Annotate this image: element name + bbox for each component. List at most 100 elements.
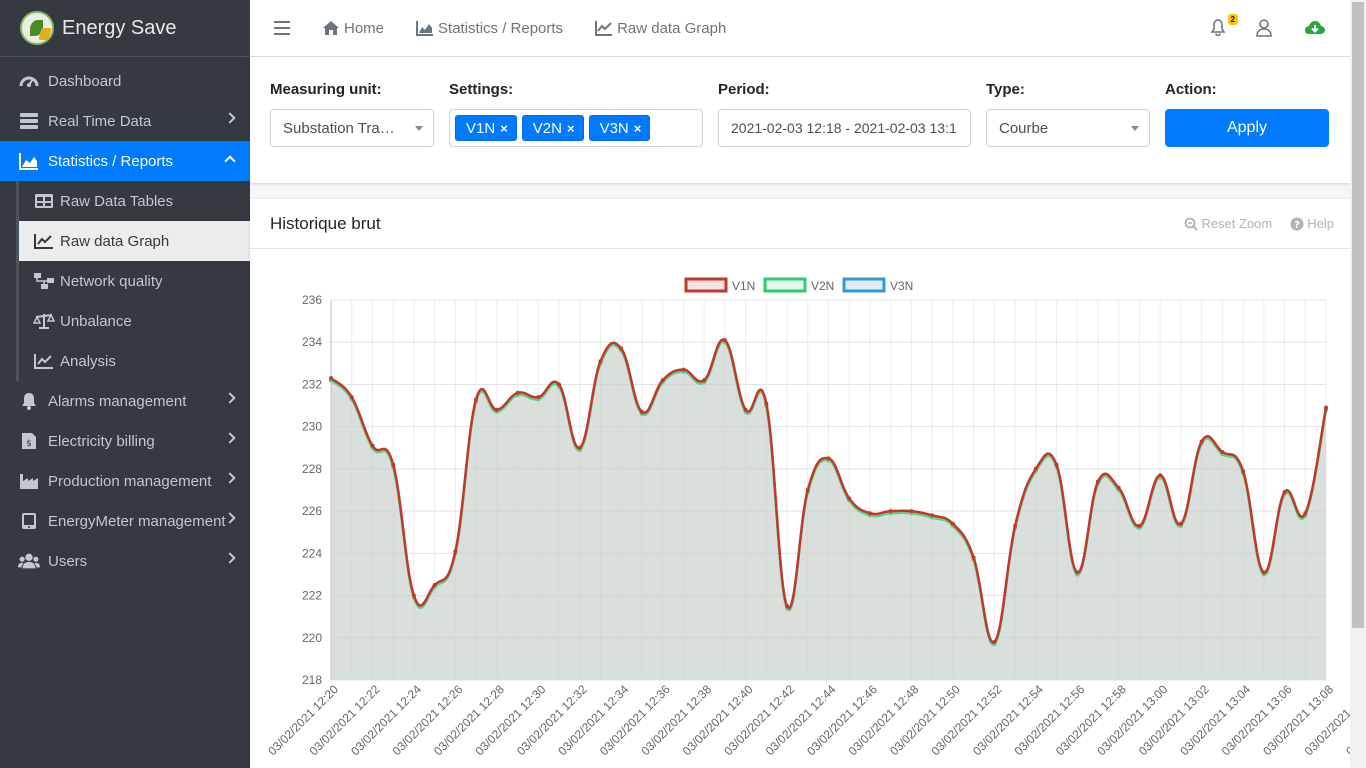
user-menu-button[interactable] <box>1256 19 1272 37</box>
data-point-v1n <box>1095 479 1100 484</box>
data-point-v1n <box>453 549 458 554</box>
x-tick-label: 03/02/2021 12:56 <box>1011 682 1087 758</box>
data-point-v1n <box>536 395 541 400</box>
settings-chip-v2n[interactable]: V2N × <box>521 115 584 141</box>
sidebar-subitem-network-quality[interactable]: Network quality <box>19 261 250 301</box>
notifications-button[interactable]: 2 <box>1210 14 1238 38</box>
measuring-unit-label: Measuring unit: <box>270 81 382 98</box>
y-tick-label: 230 <box>302 420 322 434</box>
x-tick-label: 03/02/2021 12:20 <box>265 682 341 758</box>
measuring-unit-select[interactable]: Substation Tra… <box>270 109 434 147</box>
apply-button[interactable]: Apply <box>1165 109 1329 147</box>
data-point-v1n <box>598 359 603 364</box>
x-tick-label: 03/02/2021 12:28 <box>431 682 507 758</box>
scrollbar-thumb[interactable] <box>1352 2 1364 628</box>
sidebar-item-production-management[interactable]: Production management <box>0 461 250 501</box>
brand[interactable]: Energy Save <box>0 0 250 57</box>
top-navbar: Home Statistics / Reports Raw data Graph… <box>250 0 1350 57</box>
data-point-v1n <box>764 401 769 406</box>
caret-down-icon <box>1131 126 1139 131</box>
sidebar-item-label: EnergyMeter management <box>48 512 226 530</box>
legend-label-v2n: V2N <box>811 279 834 293</box>
type-select[interactable]: Courbe <box>986 109 1150 147</box>
legend-swatch-v1n <box>684 277 728 293</box>
data-point-v1n <box>1241 469 1246 473</box>
brand-logo <box>20 11 54 45</box>
sidebar-subitem-unbalance[interactable]: Unbalance <box>19 301 250 341</box>
sidebar-subitem-label: Raw data Graph <box>60 232 170 250</box>
data-point-v1n <box>432 583 437 587</box>
settings-chip-v1n[interactable]: V1N × <box>455 115 517 141</box>
measuring-unit-value: Substation Tra… <box>283 119 395 137</box>
sidebar-item-electricity-billing[interactable]: $ Electricity billing <box>0 421 250 461</box>
sidebar-subitem-raw-data-tables[interactable]: Raw Data Tables <box>19 181 250 221</box>
x-tick-label: 03/02/2021 12:52 <box>928 682 1004 758</box>
sidebar-subitem-raw-data-graph[interactable]: Raw data Graph <box>19 221 250 261</box>
nav-link-home[interactable]: Home <box>322 20 384 37</box>
y-tick-label: 234 <box>302 335 322 349</box>
x-tick-label: 03/02/2021 13:06 <box>1219 682 1295 758</box>
data-point-v1n <box>1158 473 1163 478</box>
y-tick-label: 232 <box>302 377 322 391</box>
gauge-icon <box>18 72 40 90</box>
sidebar-subitem-label: Analysis <box>60 352 116 370</box>
sidebar-nav: Dashboard Real Time Data Statistics / Re… <box>0 57 250 181</box>
data-point-v1n <box>1282 490 1287 495</box>
period-value: 2021-02-03 12:18 - 2021-02-03 13:1 <box>731 120 957 136</box>
data-point-v1n <box>826 456 831 461</box>
download-button[interactable] <box>1304 19 1326 37</box>
bell-icon <box>18 392 40 410</box>
area-chart-icon <box>18 152 40 170</box>
sidebar-subitem-label: Raw Data Tables <box>60 192 174 210</box>
page-scrollbar[interactable] <box>1350 0 1366 768</box>
data-point-v1n <box>992 640 997 644</box>
x-tick-label: 03/02/2021 12:44 <box>763 682 839 758</box>
x-tick-label: 03/02/2021 12:42 <box>721 682 797 758</box>
sidebar-item-label: Electricity billing <box>48 432 155 450</box>
nav-link-raw-graph[interactable]: Raw data Graph <box>595 20 726 37</box>
chart-line-icon <box>33 352 55 370</box>
menu-toggle-icon[interactable] <box>274 21 290 35</box>
sidebar-item-statistics-reports[interactable]: Statistics / Reports <box>0 141 250 181</box>
sidebar-subitem-label: Network quality <box>60 272 163 290</box>
sidebar-item-label: Alarms management <box>48 392 187 410</box>
chevron-right-icon <box>224 432 236 444</box>
voltage-line-chart[interactable]: 218 220 222 224 226 228 230 232 234 236 03/02/2021… <box>250 199 1350 768</box>
remove-chip-icon[interactable]: × <box>500 121 508 136</box>
sidebar: Energy Save Dashboard Real Time Data Sta… <box>0 0 250 768</box>
x-tick-label: 03/02/2021 12:48 <box>846 682 922 758</box>
x-tick-label: 03/02/2021 13:02 <box>1136 682 1212 758</box>
sidebar-subnav: Raw Data Tables Raw data Graph Network q… <box>16 181 250 381</box>
chevron-right-icon <box>224 392 236 404</box>
settings-chip-v3n[interactable]: V3N × <box>588 115 651 141</box>
remove-chip-icon[interactable]: × <box>634 121 642 136</box>
data-point-v1n <box>1033 466 1038 471</box>
sidebar-subitem-label: Unbalance <box>60 312 132 330</box>
x-tick-label: 03/02/2021 13:04 <box>1177 682 1253 758</box>
legend-label-v3n: V3N <box>890 279 913 293</box>
sidebar-item-alarms[interactable]: Alarms management <box>0 381 250 421</box>
sidebar-subitem-analysis[interactable]: Analysis <box>19 341 250 381</box>
remove-chip-icon[interactable]: × <box>567 121 575 136</box>
period-input[interactable]: 2021-02-03 12:18 - 2021-02-03 13:1 <box>718 109 971 147</box>
balance-scale-icon <box>33 312 55 330</box>
sidebar-item-real-time-data[interactable]: Real Time Data <box>0 101 250 141</box>
sidebar-item-label: Real Time Data <box>48 112 152 130</box>
data-point-v1n <box>1220 450 1225 454</box>
data-point-v1n <box>743 407 748 412</box>
cloud-download-icon <box>1305 21 1325 34</box>
data-point-v1n <box>1324 405 1328 410</box>
chevron-right-icon <box>224 112 236 124</box>
data-point-v1n <box>494 407 499 412</box>
caret-down-icon <box>415 126 423 131</box>
sidebar-item-users[interactable]: Users <box>0 541 250 581</box>
nav-link-statistics[interactable]: Statistics / Reports <box>416 20 563 37</box>
sidebar-item-dashboard[interactable]: Dashboard <box>0 61 250 101</box>
type-label: Type: <box>986 81 1025 98</box>
y-tick-label: 224 <box>302 546 322 560</box>
settings-multiselect[interactable]: V1N × V2N × V3N × <box>449 109 703 147</box>
sidebar-item-energymeter-management[interactable]: EnergyMeter management <box>0 501 250 541</box>
brand-name: Energy Save <box>62 16 177 39</box>
x-tick-label: 03/02/2021 12:30 <box>472 682 548 758</box>
settings-label: Settings: <box>449 81 514 98</box>
